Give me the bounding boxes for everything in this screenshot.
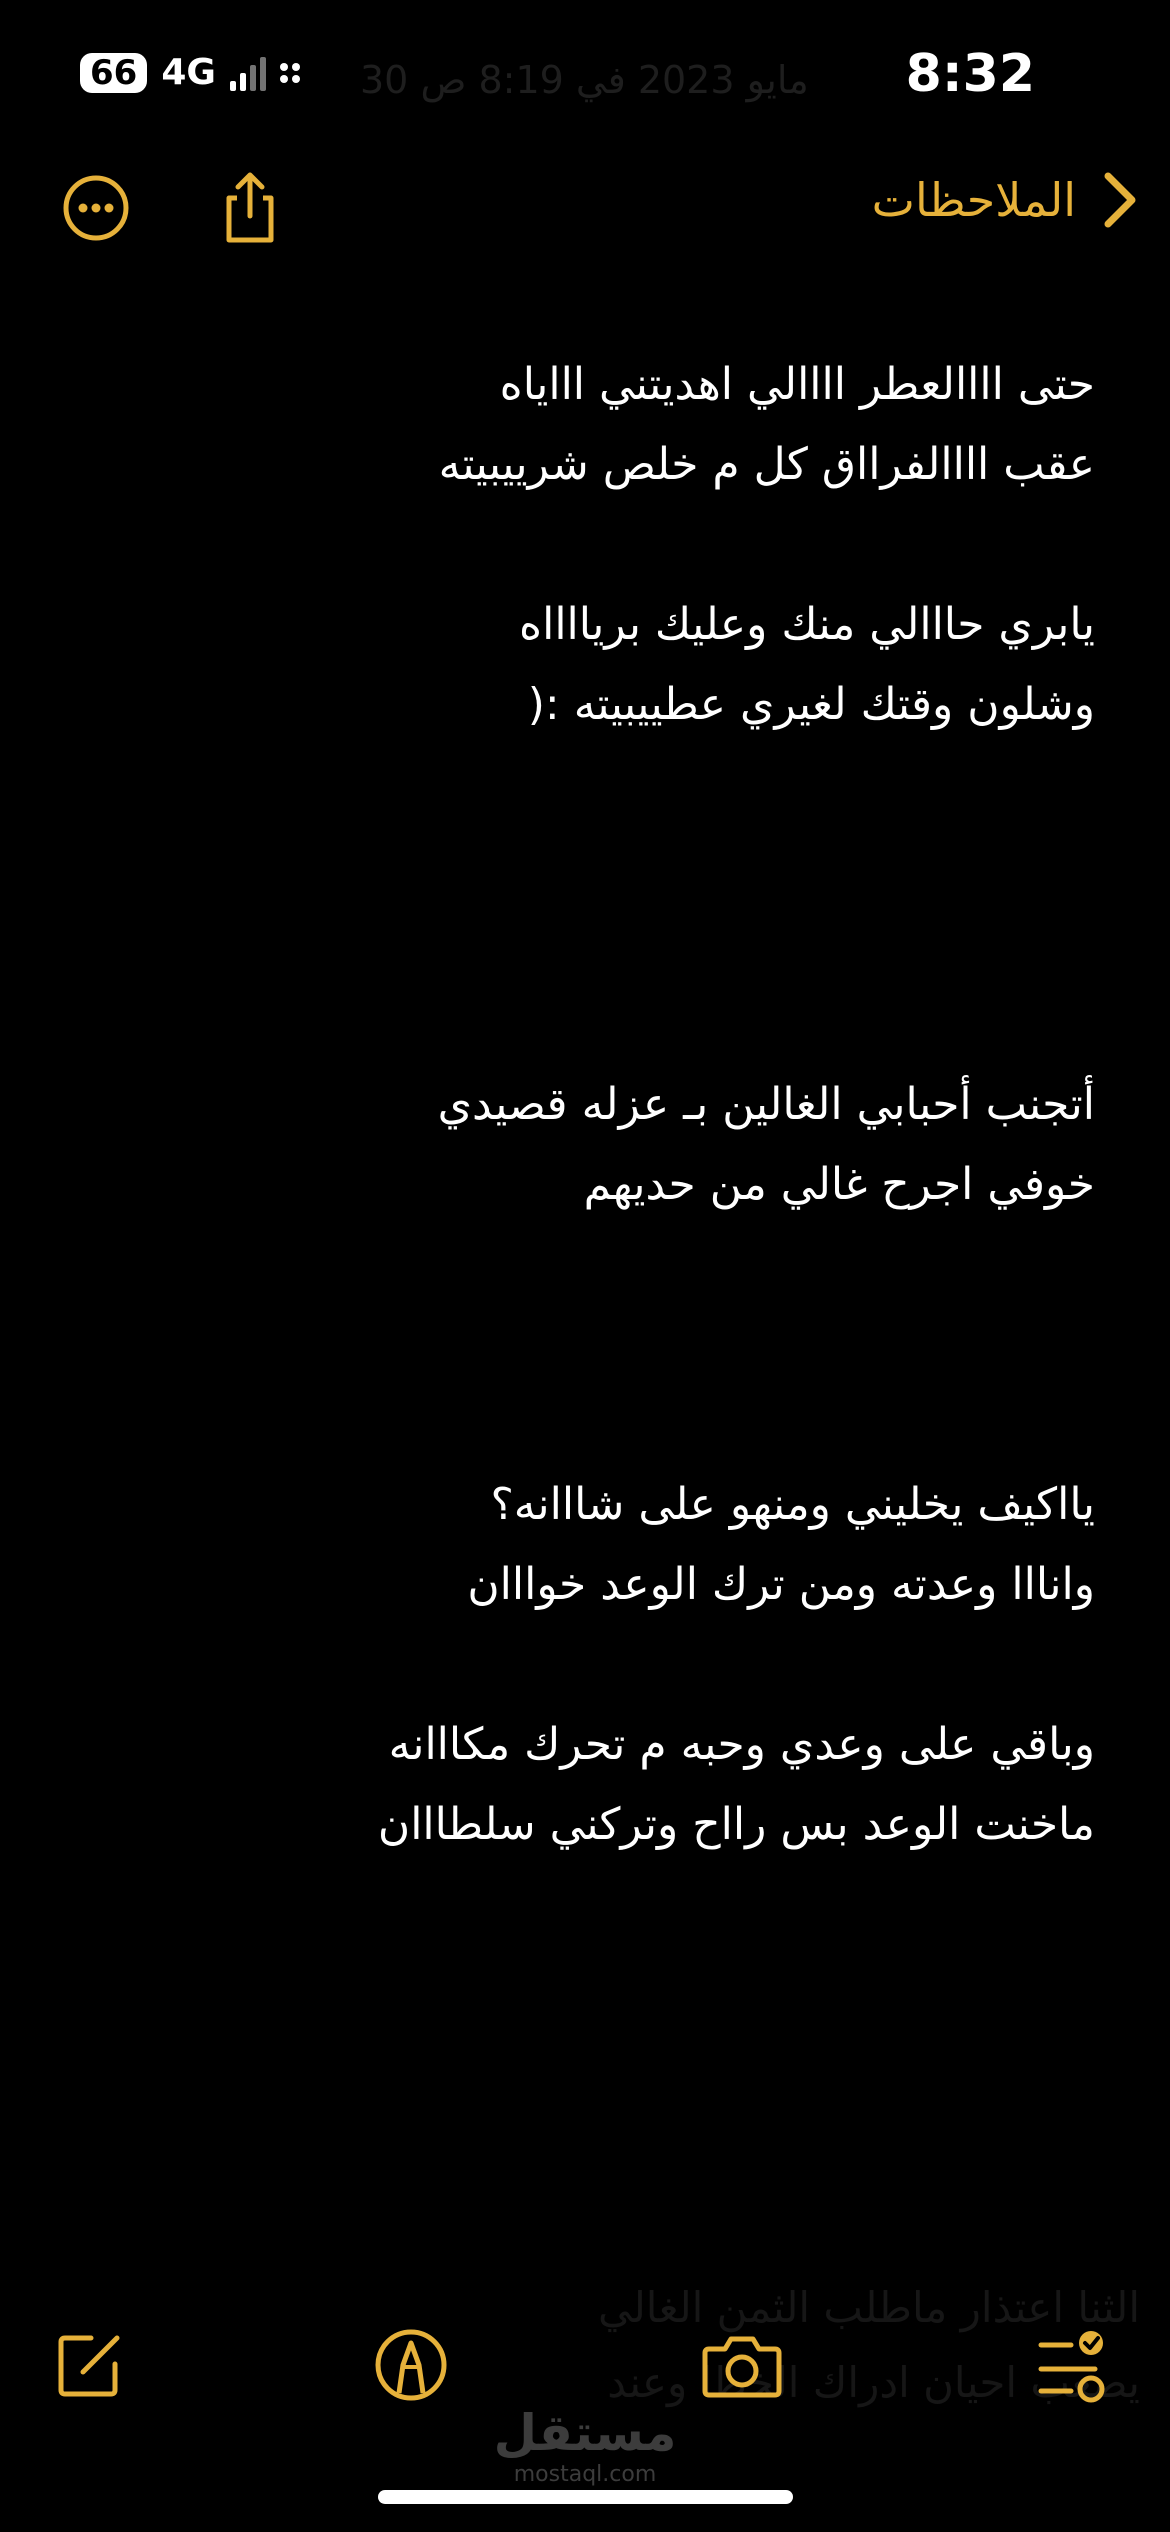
- chevron-right-icon: [1104, 172, 1136, 228]
- home-indicator[interactable]: [378, 2490, 793, 2504]
- more-button[interactable]: [56, 168, 136, 248]
- compose-icon: [58, 2335, 120, 2397]
- compose-button[interactable]: [45, 2320, 135, 2410]
- markup-pen-icon: [375, 2329, 447, 2401]
- camera-icon: [702, 2336, 782, 2398]
- note-line: وانااا وعدته ومن ترك الوعد خوااان: [467, 1559, 1095, 1610]
- note-line: خوفي اجرح غالي من حديهم: [583, 1159, 1095, 1210]
- checklist-button[interactable]: [1030, 2320, 1120, 2410]
- network-type: 4G: [161, 52, 216, 93]
- note-line: حتى اااالعطر اااالي اهديتني اااياه: [499, 359, 1095, 410]
- ghost-date-text: 30 مايو 2023 في 8:19 ص: [360, 58, 809, 102]
- checklist-icon: [1038, 2331, 1105, 2403]
- battery-indicator: 66: [80, 52, 148, 93]
- bottom-toolbar: [0, 2320, 1170, 2410]
- status-indicators: 66 4G: [80, 52, 300, 93]
- note-line: عقب اااالفرااق كل م خلص شرييبيته: [438, 439, 1095, 490]
- dots-icon: [279, 62, 300, 83]
- watermark: مستقل mostaql.com: [0, 2405, 1170, 2489]
- note-line: وشلون وقتك لغيري عطييبيته :(: [527, 679, 1095, 730]
- watermark-logo: مستقل: [493, 2404, 677, 2462]
- navigation-bar: الملاحظات: [0, 160, 1170, 260]
- note-line: وباقي على وعدي وحبه م تحرك مكااانه: [388, 1719, 1095, 1770]
- note-body[interactable]: حتى اااالعطر اااالي اهديتني اااياه عقب ا…: [95, 345, 1095, 1865]
- share-button[interactable]: [210, 168, 290, 248]
- signal-icon: [229, 55, 266, 91]
- ellipsis-circle-icon: [63, 175, 129, 241]
- status-bar: 66 4G 30 مايو 2023 في 8:19 ص 8:32: [0, 0, 1170, 150]
- note-line: يااكيف يخليني ومنهو على شااانه؟: [490, 1479, 1095, 1530]
- back-button[interactable]: الملاحظات: [872, 170, 1140, 230]
- share-icon: [226, 172, 274, 243]
- watermark-url: mostaql.com: [513, 2462, 657, 2487]
- camera-button[interactable]: [697, 2320, 787, 2410]
- note-line: أتجنب أحبابي الغالين بـ عزله قصيدي: [437, 1079, 1095, 1130]
- note-line: يابري حااالي منك وعليك بريااااه: [519, 599, 1095, 650]
- markup-button[interactable]: [366, 2320, 456, 2410]
- status-time: 8:32: [905, 44, 1035, 104]
- note-line: ماخنت الوعد بس رااح وتركني سلطااان: [377, 1799, 1095, 1850]
- back-label: الملاحظات: [871, 173, 1076, 227]
